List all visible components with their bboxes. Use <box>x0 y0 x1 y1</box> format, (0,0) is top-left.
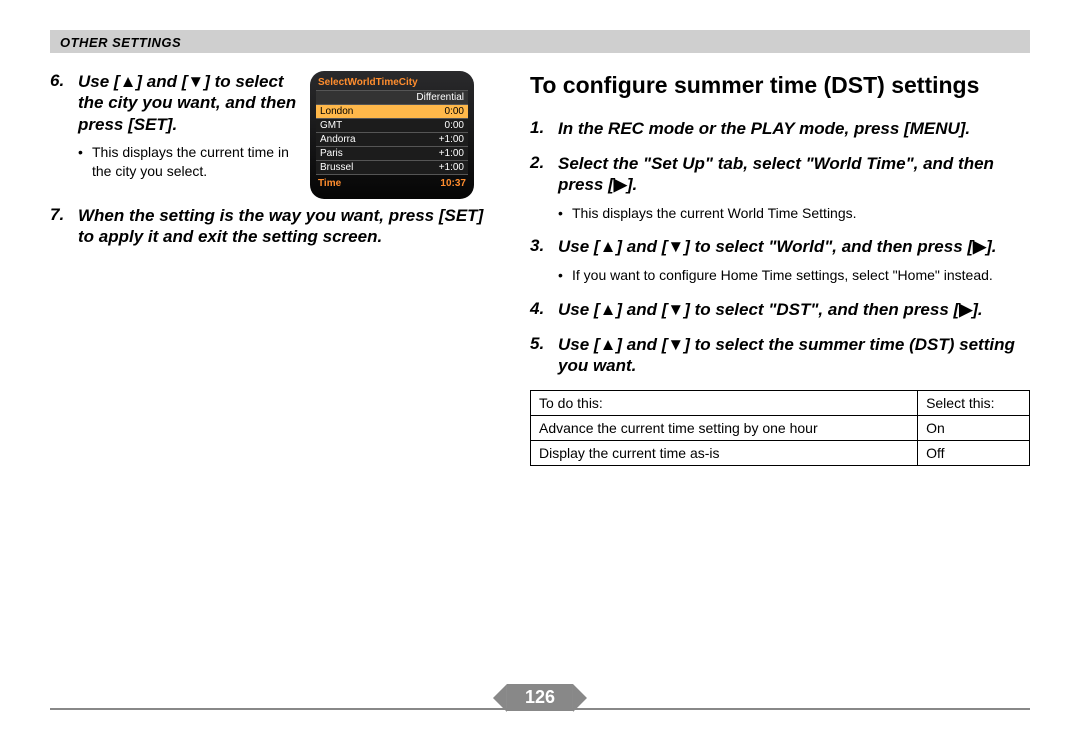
step-7-text: When the setting is the way you want, pr… <box>78 206 483 246</box>
camera-header: Differential <box>316 90 468 105</box>
table-header: To do this: <box>531 391 918 416</box>
up-triangle-icon: ▲ <box>600 236 617 257</box>
step-number: 7. <box>50 205 78 225</box>
up-triangle-icon: ▲ <box>600 299 617 320</box>
right-triangle-icon: ▶ <box>614 174 627 195</box>
content-columns: SelectWorldTimeCity Differential London0… <box>50 71 1030 466</box>
manual-page: OTHER SETTINGS SelectWorldTimeCity Diffe… <box>0 0 1080 730</box>
table-header: Select this: <box>918 391 1030 416</box>
camera-row: Brussel+1:00 <box>316 161 468 175</box>
step-1-text: In the REC mode or the PLAY mode, press … <box>558 119 970 138</box>
table-row: Display the current time as-is Off <box>531 441 1030 466</box>
down-triangle-icon: ▼ <box>667 334 684 355</box>
section-header-bar: OTHER SETTINGS <box>50 30 1030 53</box>
left-column: SelectWorldTimeCity Differential London0… <box>50 71 490 466</box>
step-number: 5. <box>530 334 558 354</box>
dst-table: To do this: Select this: Advance the cur… <box>530 390 1030 466</box>
down-triangle-icon: ▼ <box>187 71 204 92</box>
camera-footer-value: 10:37 <box>440 178 466 189</box>
right-triangle-icon: ▶ <box>959 299 972 320</box>
up-triangle-icon: ▲ <box>120 71 137 92</box>
table-row: Advance the current time setting by one … <box>531 416 1030 441</box>
step-7-block: 7. When the setting is the way you want,… <box>50 205 490 248</box>
step-6-bullet: This displays the current time in the ci… <box>78 143 298 181</box>
camera-row: Paris+1:00 <box>316 147 468 161</box>
step-number: 1. <box>530 118 558 138</box>
table-row: To do this: Select this: <box>531 391 1030 416</box>
step-number: 4. <box>530 299 558 319</box>
step-2-text: Select the "Set Up" tab, select "World T… <box>558 154 994 194</box>
up-triangle-icon: ▲ <box>600 334 617 355</box>
step-number: 3. <box>530 236 558 256</box>
camera-row: London0:00 <box>316 105 468 119</box>
dst-section-title: To configure summer time (DST) settings <box>530 71 1030 100</box>
down-triangle-icon: ▼ <box>667 299 684 320</box>
page-number: 126 <box>507 684 573 711</box>
right-triangle-icon: ▶ <box>973 236 986 257</box>
step-6-block: SelectWorldTimeCity Differential London0… <box>50 71 490 205</box>
page-footer: 126 <box>50 708 1030 710</box>
camera-footer-label: Time <box>318 178 341 189</box>
step-4-text: Use [▲] and [▼] to select "DST", and the… <box>558 300 983 319</box>
step-2-bullet: This displays the current World Time Set… <box>558 204 1030 223</box>
step-6-text: Use [▲] and [▼] to select the city you w… <box>78 72 296 134</box>
step-5-text: Use [▲] and [▼] to select the summer tim… <box>558 335 1015 375</box>
camera-title: SelectWorldTimeCity <box>318 77 418 88</box>
camera-screenshot: SelectWorldTimeCity Differential London0… <box>310 71 490 199</box>
camera-row: Andorra+1:00 <box>316 133 468 147</box>
down-triangle-icon: ▼ <box>667 236 684 257</box>
right-column: To configure summer time (DST) settings … <box>530 71 1030 466</box>
step-3-text: Use [▲] and [▼] to select "World", and t… <box>558 237 997 256</box>
step-number: 6. <box>50 71 78 91</box>
section-header: OTHER SETTINGS <box>60 35 181 50</box>
step-3-bullet: If you want to configure Home Time setti… <box>558 266 1030 285</box>
step-number: 2. <box>530 153 558 173</box>
camera-row: GMT0:00 <box>316 119 468 133</box>
